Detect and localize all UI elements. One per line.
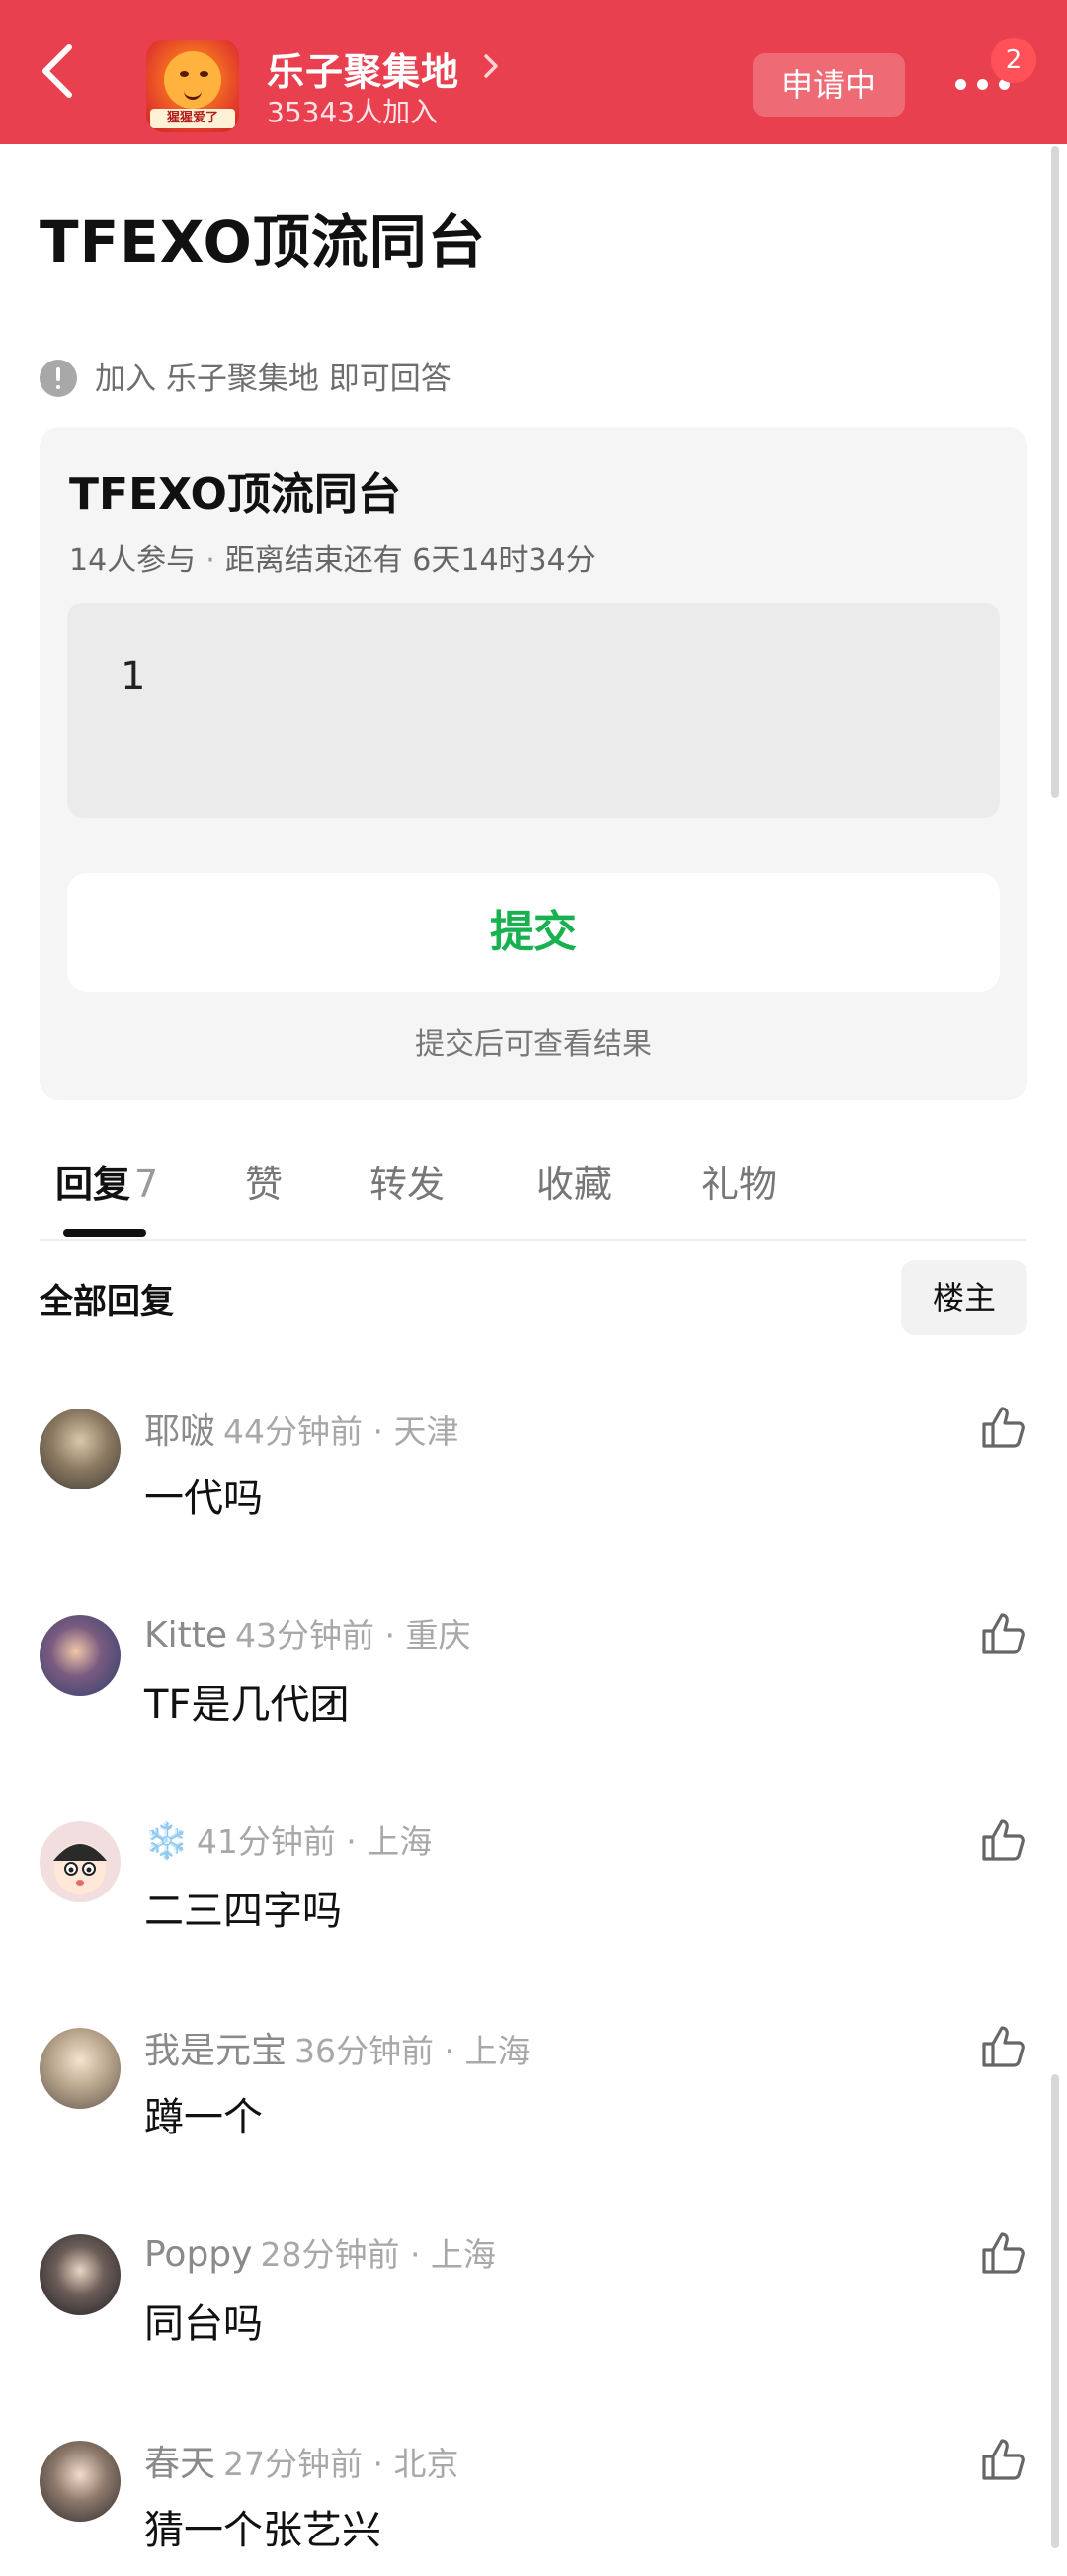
reply-meta: 28分钟前 · 上海 (260, 2235, 496, 2274)
poll-title: TFEXO顶流同台 (69, 469, 401, 520)
submit-hint: 提交后可查看结果 (415, 1027, 652, 1062)
all-replies-heading: 全部回复 (40, 1282, 174, 1322)
post-title: TFEXO顶流同台 (40, 208, 486, 276)
group-avatar[interactable]: 猩猩爱了 (146, 40, 239, 132)
group-member-count: 35343人加入 (267, 96, 439, 128)
tab-replies[interactable]: 回复 7 (55, 1154, 158, 1208)
poll-deadline: 距离结束还有 6天14时34分 (224, 543, 596, 578)
back-arrow-icon[interactable] (30, 41, 89, 101)
chevron-right-icon[interactable] (481, 51, 501, 81)
poll-card: TFEXO顶流同台 14人参与 · 距离结束还有 6天14时34分 1 提交 提交后… (40, 427, 1027, 1100)
reply-text: 二三四字吗 (144, 1889, 342, 1934)
reply-author[interactable]: ❄️ (144, 1821, 189, 1862)
reply-author[interactable]: 我是元宝 (144, 2031, 287, 2071)
reply-meta: 27分钟前 · 北京 (223, 2445, 459, 2483)
avatar[interactable] (40, 2441, 121, 2522)
reply-text: TF是几代团 (144, 1682, 350, 1728)
poll-meta-separator: · (205, 543, 215, 578)
owner-filter-button[interactable]: 楼主 (901, 1260, 1027, 1335)
reply-author[interactable]: Kitte (144, 1615, 227, 1655)
reply-item: ❄️ 41分钟前 · 上海 二三四字吗 (40, 1815, 1027, 2013)
reply-meta: 41分钟前 · 上海 (196, 1822, 433, 1861)
thumbs-up-icon[interactable] (978, 1403, 1027, 1452)
reply-author[interactable]: 春天 (144, 2444, 215, 2484)
reply-text: 同台吗 (144, 2301, 263, 2347)
tab-reposts[interactable]: 转发 (369, 1154, 445, 1208)
avatar-tag: 猩猩爱了 (150, 109, 235, 128)
tab-replies-label: 回复 (55, 1163, 131, 1206)
tab-gifts[interactable]: 礼物 (701, 1154, 777, 1208)
thumbs-up-icon[interactable] (978, 1609, 1027, 1658)
avatar[interactable] (40, 1615, 121, 1696)
poll-participants: 14人参与 (69, 543, 197, 578)
reply-author[interactable]: 耶啵 (144, 1411, 215, 1452)
tab-favorites[interactable]: 收藏 (536, 1154, 612, 1208)
thumbs-up-icon[interactable] (978, 1815, 1027, 1865)
poll-meta: 14人参与 · 距离结束还有 6天14时34分 (69, 535, 596, 579)
reply-item: Kitte 43分钟前 · 重庆 TF是几代团 (40, 1609, 1027, 1807)
avatar[interactable] (40, 2234, 121, 2315)
reply-author[interactable]: Poppy (144, 2234, 252, 2275)
avatar[interactable] (40, 1821, 121, 1902)
apply-status-button[interactable]: 申请中 (753, 53, 905, 117)
thumbs-up-icon[interactable] (978, 2435, 1027, 2484)
reply-text: 蹲一个 (144, 2095, 263, 2140)
avatar[interactable] (40, 1409, 121, 1489)
emoji-face-icon (164, 51, 221, 109)
join-notice-text: 加入 乐子聚集地 即可回答 (95, 362, 451, 397)
tab-likes[interactable]: 赞 (245, 1154, 283, 1208)
active-tab-indicator (63, 1229, 146, 1237)
reply-item: Poppy 28分钟前 · 上海 同台吗 (40, 2228, 1027, 2426)
reply-item: 春天 27分钟前 · 北京 猜一个张艺兴 (40, 2435, 1027, 2573)
submit-button[interactable]: 提交 (67, 873, 1000, 992)
tab-bar: 回复 7 赞 转发 收藏 礼物 (40, 1126, 1027, 1241)
scrollbar[interactable] (1051, 146, 1059, 798)
exclamation-icon (40, 360, 77, 397)
poll-option-label: 1 (121, 654, 146, 699)
reply-meta: 36分钟前 · 上海 (294, 2032, 531, 2070)
group-name[interactable]: 乐子聚集地 (267, 41, 459, 96)
tab-replies-count: 7 (134, 1163, 159, 1206)
poll-option[interactable]: 1 (67, 603, 1000, 818)
reply-text: 猜一个张艺兴 (144, 2508, 381, 2553)
reply-item: 耶啵 44分钟前 · 天津 一代吗 (40, 1403, 1027, 1600)
cartoon-avatar-icon (53, 1843, 107, 1894)
reply-meta: 43分钟前 · 重庆 (235, 1616, 471, 1654)
notification-badge: 2 (991, 38, 1036, 83)
thumbs-up-icon[interactable] (978, 2228, 1027, 2278)
avatar[interactable] (40, 2028, 121, 2109)
reply-text: 一代吗 (144, 1476, 263, 1521)
scrollbar-thumb[interactable] (1051, 2074, 1059, 2548)
group-header: 猩猩爱了 乐子聚集地 35343人加入 申请中 2 (0, 0, 1067, 144)
thumbs-up-icon[interactable] (978, 2022, 1027, 2071)
reply-item: 我是元宝 36分钟前 · 上海 蹲一个 (40, 2022, 1027, 2219)
reply-meta: 44分钟前 · 天津 (223, 1412, 459, 1451)
